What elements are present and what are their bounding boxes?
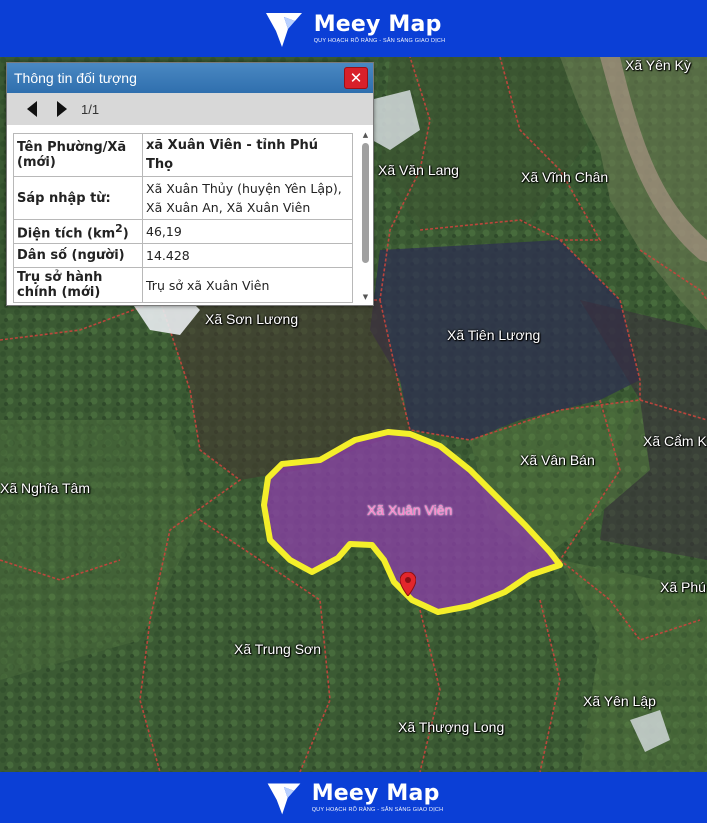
place-label[interactable]: Xã Trung Sơn — [234, 641, 321, 657]
table-row: Tên Phường/Xã (mới) xã Xuân Viên - tỉnh … — [13, 133, 353, 177]
scroll-down-icon[interactable]: ▼ — [361, 293, 370, 301]
page-indicator: 1/1 — [81, 101, 100, 117]
attribute-value: 14.428 — [142, 243, 353, 269]
brand-tagline: QUY HOẠCH RÕ RÀNG - SẴN SÀNG GIAO DỊCH — [311, 806, 444, 813]
header-brand-bar: Meey Map QUY HOẠCH RÕ RÀNG - SẴN SÀNG GI… — [0, 0, 707, 57]
attribute-key: Diện tích (km2) — [13, 218, 143, 245]
attribute-key: Sáp nhập từ: — [13, 176, 143, 220]
place-label[interactable]: Xã Vĩnh Chân — [521, 169, 608, 185]
place-label[interactable]: Xã Phú — [660, 579, 706, 595]
attribute-value: Trụ sở xã Xuân Viên — [142, 267, 353, 303]
arrow-right-icon — [57, 101, 67, 117]
popup-scrollbar[interactable]: ▲ ▼ — [361, 131, 370, 301]
table-row: Diện tích (km2) 46,19 — [13, 218, 353, 245]
close-button[interactable]: ✕ — [344, 67, 368, 89]
attribute-value: xã Xuân Viên - tỉnh Phú Thọ — [142, 133, 353, 177]
meey-map-logo[interactable]: Meey Map QUY HOẠCH RÕ RÀNG - SẴN SÀNG GI… — [264, 778, 444, 818]
next-button[interactable] — [47, 97, 77, 121]
scroll-up-icon[interactable]: ▲ — [361, 131, 370, 139]
attribute-key-sup: 2 — [115, 222, 123, 235]
place-label[interactable]: Xã Yên Kỳ — [625, 57, 691, 73]
attribute-key: Trụ sở hành chính (mới) — [13, 267, 143, 303]
scroll-thumb[interactable] — [362, 143, 369, 263]
popup-content[interactable]: Tên Phường/Xã (mới) xã Xuân Viên - tỉnh … — [7, 127, 359, 303]
popup-pager: 1/1 — [7, 93, 373, 125]
footer-brand-bar: Meey Map QUY HOẠCH RÕ RÀNG - SẴN SÀNG GI… — [0, 772, 707, 823]
map-marker-icon[interactable] — [400, 572, 416, 596]
table-row: Sáp nhập từ: Xã Xuân Thủy (huyện Yên Lập… — [13, 176, 353, 220]
close-icon: ✕ — [349, 69, 363, 87]
place-label[interactable]: Xã Thượng Long — [398, 719, 504, 735]
popup-header: Thông tin đối tượng ✕ — [7, 63, 373, 93]
attribute-table: Tên Phường/Xã (mới) xã Xuân Viên - tỉnh … — [13, 133, 353, 303]
brand-name: Meey Map — [313, 11, 442, 37]
attribute-value: 46,19 — [142, 218, 353, 245]
selected-place-label[interactable]: Xã Xuân Viên — [367, 502, 452, 518]
brand-name: Meey Map — [311, 780, 440, 806]
place-label[interactable]: Xã Yên Lập — [583, 693, 656, 709]
meey-logo-icon — [267, 782, 301, 814]
brand-tagline: QUY HOẠCH RÕ RÀNG - SẴN SÀNG GIAO DỊCH — [313, 37, 446, 44]
table-row: Dân số (người) 14.428 — [13, 243, 353, 269]
place-label[interactable]: Xã Tiên Lương — [447, 327, 540, 343]
previous-button[interactable] — [17, 97, 47, 121]
meey-map-logo[interactable]: Meey Map QUY HOẠCH RÕ RÀNG - SẴN SÀNG GI… — [262, 7, 446, 51]
attribute-value: Xã Xuân Thủy (huyện Yên Lập), Xã Xuân An… — [142, 176, 353, 220]
table-row: Trụ sở hành chính (mới) Trụ sở xã Xuân V… — [13, 267, 353, 303]
place-label[interactable]: Xã Vân Bán — [520, 452, 595, 468]
attribute-key: Dân số (người) — [13, 243, 143, 269]
meey-logo-icon — [265, 12, 302, 47]
arrow-left-icon — [27, 101, 37, 117]
place-label[interactable]: Xã Nghĩa Tâm — [0, 480, 90, 496]
place-label[interactable]: Xã Sơn Lương — [205, 311, 298, 327]
attribute-key-end: ) — [122, 226, 129, 242]
feature-info-popup: Thông tin đối tượng ✕ 1/1 Tên Phường/Xã … — [6, 62, 374, 306]
attribute-key: Tên Phường/Xã (mới) — [13, 133, 143, 177]
popup-title: Thông tin đối tượng — [14, 70, 137, 86]
attribute-key-text: Diện tích (km — [17, 226, 116, 242]
place-label[interactable]: Xã Văn Lang — [378, 162, 459, 178]
place-label[interactable]: Xã Cẩm K — [643, 433, 707, 449]
